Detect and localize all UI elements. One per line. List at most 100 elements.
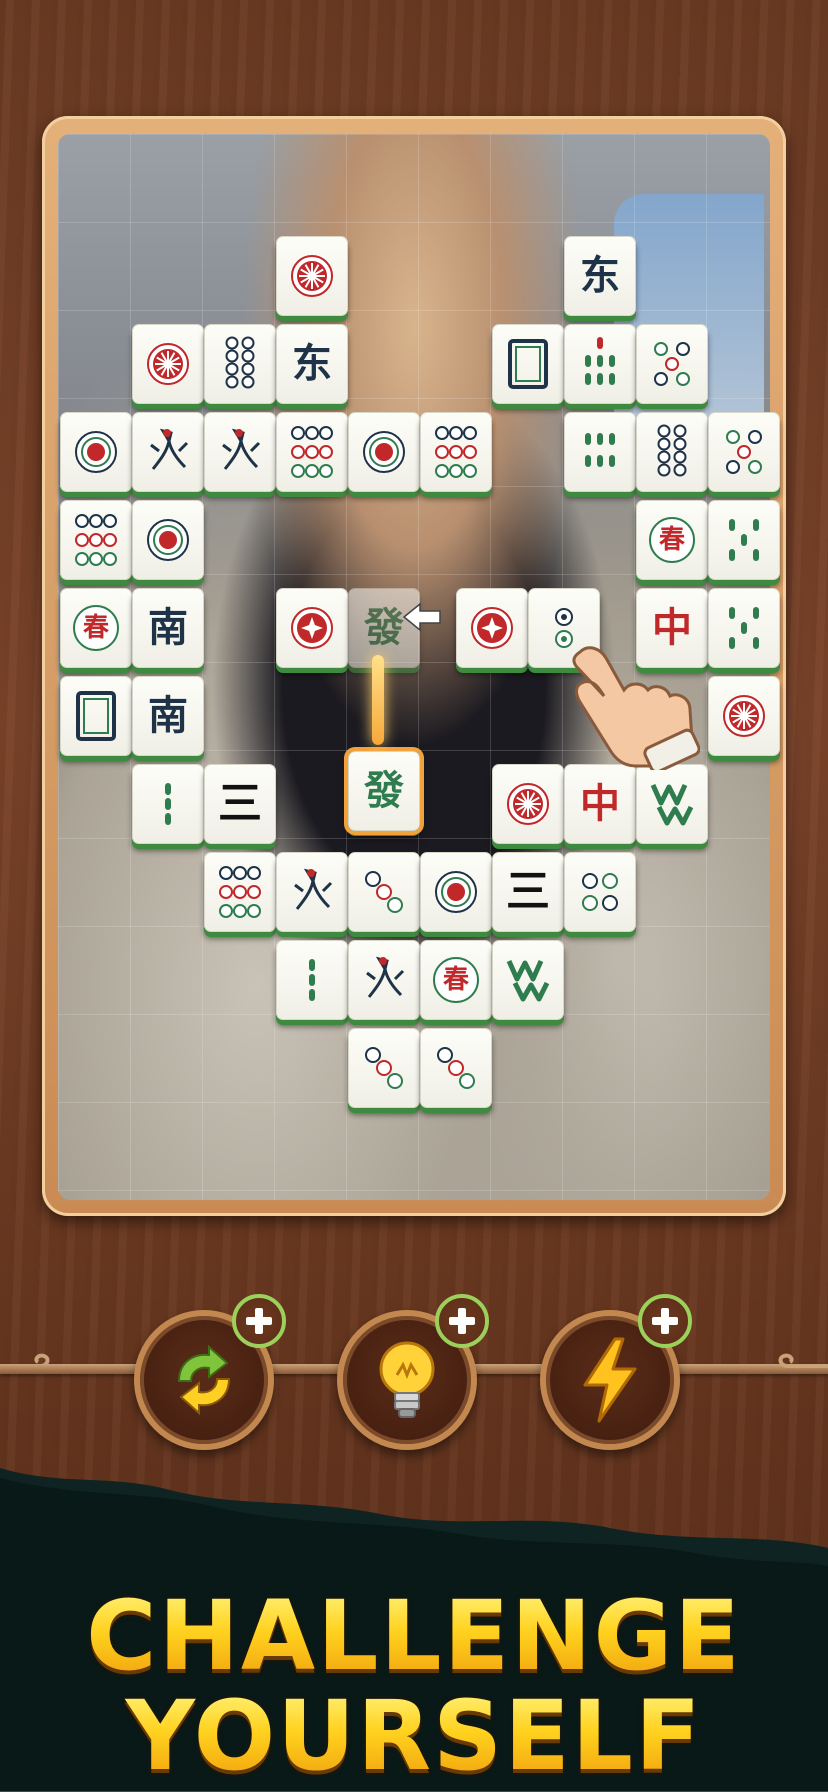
tile-face bbox=[213, 421, 267, 483]
mahjong-tile[interactable] bbox=[276, 236, 348, 316]
bamboo7-icon bbox=[585, 337, 615, 385]
mahjong-tile[interactable] bbox=[276, 852, 348, 932]
circle1-icon bbox=[75, 431, 117, 473]
mahjong-tile[interactable] bbox=[492, 940, 564, 1020]
ww-icon bbox=[506, 959, 550, 1002]
mahjong-tile[interactable]: 三 bbox=[492, 852, 564, 932]
mahjong-tile[interactable]: 南 bbox=[132, 588, 204, 668]
tile-face bbox=[645, 421, 699, 483]
mahjong-tile[interactable] bbox=[708, 500, 780, 580]
mahjong-tile[interactable] bbox=[276, 940, 348, 1020]
tile-face bbox=[717, 597, 771, 659]
mahjong-tile[interactable] bbox=[132, 412, 204, 492]
pointing-hand-icon bbox=[572, 646, 700, 770]
mahjong-tile[interactable] bbox=[492, 324, 564, 404]
mahjong-tile[interactable]: 發 bbox=[348, 750, 420, 831]
circle1-icon bbox=[147, 519, 189, 561]
mahjong-tile[interactable]: 东 bbox=[276, 324, 348, 404]
mahjong-tile[interactable] bbox=[276, 588, 348, 668]
mahjong-tile[interactable] bbox=[348, 940, 420, 1020]
bird-icon bbox=[366, 956, 405, 998]
mahjong-tile[interactable] bbox=[708, 676, 780, 756]
tile-face: 南 bbox=[141, 685, 195, 747]
tile-face bbox=[141, 773, 195, 835]
lightbulb-icon bbox=[379, 1341, 435, 1418]
shuffle-arrows-icon bbox=[177, 1344, 231, 1416]
mahjong-tile[interactable]: 春 bbox=[60, 588, 132, 668]
tile-face bbox=[501, 333, 555, 395]
mahjong-tile[interactable] bbox=[132, 324, 204, 404]
tile-face bbox=[285, 421, 339, 483]
lightning-booster-button[interactable] bbox=[540, 1294, 692, 1450]
hint-booster-button[interactable] bbox=[337, 1294, 489, 1450]
mahjong-tile[interactable] bbox=[708, 588, 780, 668]
mahjong-tile[interactable] bbox=[348, 412, 420, 492]
mahjong-tile[interactable] bbox=[564, 324, 636, 404]
mahjong-tile[interactable] bbox=[456, 588, 528, 668]
mahjong-tile[interactable] bbox=[708, 412, 780, 492]
tile-face bbox=[285, 245, 339, 307]
wheel-icon bbox=[723, 695, 765, 737]
tile-face bbox=[357, 861, 411, 923]
mahjong-tile[interactable] bbox=[492, 764, 564, 844]
mahjong-tile[interactable]: 东 bbox=[564, 236, 636, 316]
mahjong-tile[interactable] bbox=[204, 324, 276, 404]
tile-face bbox=[645, 333, 699, 395]
mahjong-tile[interactable] bbox=[636, 764, 708, 844]
tile-face bbox=[213, 861, 267, 923]
tile-face: 南 bbox=[141, 597, 195, 659]
mahjong-tile[interactable]: 春 bbox=[636, 500, 708, 580]
add-hint-button[interactable] bbox=[435, 1294, 489, 1348]
mahjong-tile[interactable] bbox=[636, 324, 708, 404]
tile-face bbox=[69, 685, 123, 747]
circles9-icon bbox=[219, 866, 261, 918]
mahjong-tile[interactable]: 春 bbox=[420, 940, 492, 1020]
tile-face bbox=[501, 949, 555, 1011]
tile-face bbox=[501, 773, 555, 835]
mahjong-tile[interactable] bbox=[132, 764, 204, 844]
mahjong-tile[interactable] bbox=[420, 852, 492, 932]
mahjong-tile[interactable]: 南 bbox=[132, 676, 204, 756]
mahjong-tile[interactable] bbox=[348, 852, 420, 932]
tile-glyph: 三 bbox=[506, 866, 550, 917]
circles9-icon bbox=[75, 514, 117, 566]
headline-line-2: YOURSELF bbox=[0, 1688, 828, 1784]
mahjong-tile[interactable] bbox=[60, 412, 132, 492]
mahjong-tile[interactable] bbox=[60, 676, 132, 756]
mahjong-tile[interactable] bbox=[564, 412, 636, 492]
tile-glyph: 春 bbox=[442, 965, 469, 995]
plus-icon bbox=[449, 1308, 475, 1334]
arrow-left-icon bbox=[402, 602, 441, 632]
shuffle-booster-button[interactable] bbox=[134, 1294, 286, 1450]
tile-glyph: 三 bbox=[218, 778, 262, 829]
tile-face bbox=[141, 333, 195, 395]
frame-icon bbox=[508, 339, 548, 389]
ww-icon bbox=[650, 783, 694, 826]
mahjong-tile[interactable] bbox=[276, 412, 348, 492]
mahjong-tile[interactable]: 三 bbox=[204, 764, 276, 844]
mahjong-tile[interactable] bbox=[204, 412, 276, 492]
tile-face bbox=[645, 773, 699, 835]
add-shuffle-button[interactable] bbox=[232, 1294, 286, 1348]
mahjong-tile[interactable] bbox=[348, 1028, 420, 1108]
circles9-icon bbox=[435, 426, 477, 478]
rail-ornament-right bbox=[778, 1353, 828, 1368]
mahjong-tile[interactable] bbox=[564, 852, 636, 932]
circles9-icon bbox=[291, 426, 333, 478]
mahjong-tile[interactable] bbox=[420, 412, 492, 492]
tile-glyph: 东 bbox=[580, 252, 620, 299]
mahjong-tile[interactable] bbox=[204, 852, 276, 932]
mahjong-tile[interactable] bbox=[636, 412, 708, 492]
mahjong-tile[interactable] bbox=[420, 1028, 492, 1108]
mahjong-tile[interactable] bbox=[60, 500, 132, 580]
tile-face: 东 bbox=[573, 245, 627, 307]
tile-face bbox=[429, 421, 483, 483]
mahjong-tile[interactable] bbox=[132, 500, 204, 580]
tile-face: 中 bbox=[573, 773, 627, 835]
mahjong-tile[interactable]: 中 bbox=[564, 764, 636, 844]
add-lightning-button[interactable] bbox=[638, 1294, 692, 1348]
tile-face: 春 bbox=[69, 597, 123, 659]
flower-icon bbox=[471, 607, 513, 649]
tile-face bbox=[717, 685, 771, 747]
bamboo5-icon bbox=[729, 519, 759, 561]
